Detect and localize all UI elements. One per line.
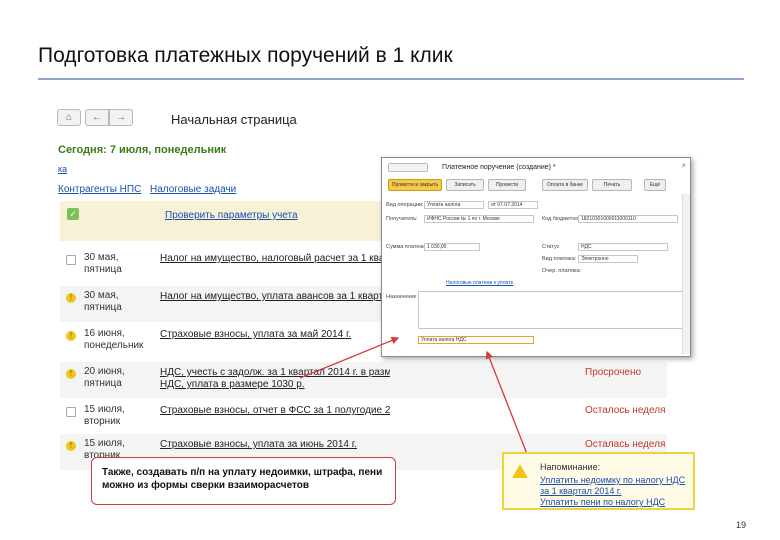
info-callout: Также, создавать п/п на уплату недоимки,… [91, 457, 396, 505]
arrow-to-form [299, 336, 400, 379]
pay-arrears-period-link[interactable]: за 1 квартал 2014 г. [540, 486, 622, 497]
reminder-label: Напоминание: [540, 462, 601, 472]
reminder-popup: Напоминание: Уплатить недоимку по налогу… [502, 452, 695, 510]
page-number: 19 [735, 520, 746, 530]
pay-penalty-link[interactable]: Уплатить пени по налогу НДС [540, 497, 665, 508]
warning-icon [512, 464, 528, 478]
pay-arrears-link[interactable]: Уплатить недоимку по налогу НДС [540, 475, 685, 486]
